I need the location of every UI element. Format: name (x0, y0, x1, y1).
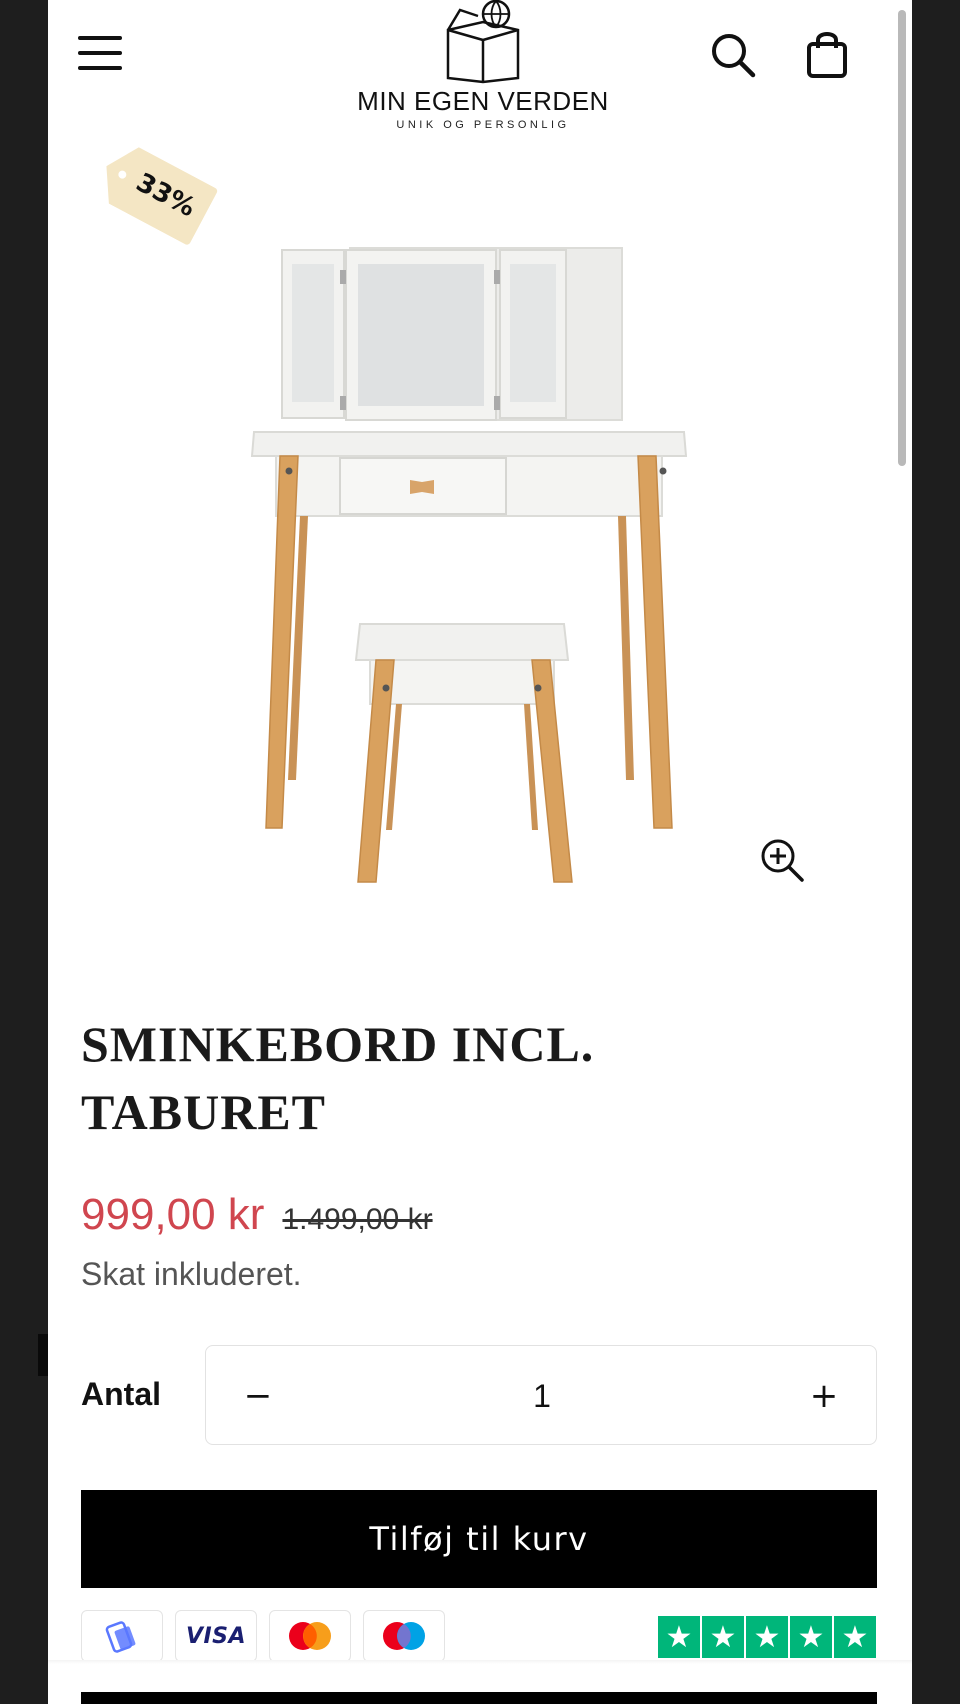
zoom-in-icon[interactable] (758, 836, 810, 888)
sticky-bar-shadow (48, 1660, 912, 1664)
page-scrollbar[interactable] (898, 10, 906, 466)
product-title-line-2: TABURET (81, 1084, 327, 1140)
quantity-input[interactable] (474, 1364, 610, 1428)
payment-methods: VISA (81, 1610, 445, 1662)
price-row: 999,00 kr 1.499,00 kr (81, 1190, 433, 1240)
mobilepay-icon (81, 1610, 163, 1662)
site-logo[interactable]: MIN EGEN VERDEN UNIK OG PERSONLIG (338, 0, 628, 136)
quantity-decrease-button[interactable]: − (226, 1364, 290, 1428)
product-title: SMINKEBORD INCL. TABURET (81, 1010, 841, 1146)
star-icon: ★ (702, 1616, 744, 1658)
product-page: MIN EGEN VERDEN UNIK OG PERSONLIG 33% SM… (48, 0, 912, 1704)
sticky-add-to-cart-bar[interactable] (81, 1692, 877, 1704)
product-title-line-1: SMINKEBORD INCL. (81, 1016, 595, 1072)
tax-note: Skat inkluderet. (81, 1256, 302, 1292)
trustpilot-rating[interactable]: ★ ★ ★ ★ ★ (658, 1616, 876, 1658)
visa-icon: VISA (175, 1610, 257, 1662)
logo-box-icon (446, 0, 520, 84)
logo-name: MIN EGEN VERDEN (357, 86, 609, 116)
logo-tagline: UNIK OG PERSONLIG (396, 119, 570, 131)
search-icon[interactable] (708, 30, 758, 80)
quantity-increase-button[interactable]: + (792, 1364, 856, 1428)
quantity-label: Antal (81, 1376, 161, 1412)
star-icon: ★ (746, 1616, 788, 1658)
star-icon: ★ (658, 1616, 700, 1658)
visa-text: VISA (185, 1623, 247, 1649)
shopping-bag-icon[interactable] (804, 30, 850, 80)
maestro-icon (363, 1610, 445, 1662)
sale-price: 999,00 kr (81, 1190, 265, 1239)
product-image[interactable] (198, 220, 758, 900)
quantity-stepper: − + (205, 1345, 877, 1445)
add-to-cart-button[interactable]: Tilføj til kurv (81, 1490, 877, 1588)
hamburger-menu-icon[interactable] (78, 34, 124, 74)
star-icon: ★ (834, 1616, 876, 1658)
original-price: 1.499,00 kr (282, 1203, 433, 1236)
star-icon: ★ (790, 1616, 832, 1658)
mastercard-icon (269, 1610, 351, 1662)
